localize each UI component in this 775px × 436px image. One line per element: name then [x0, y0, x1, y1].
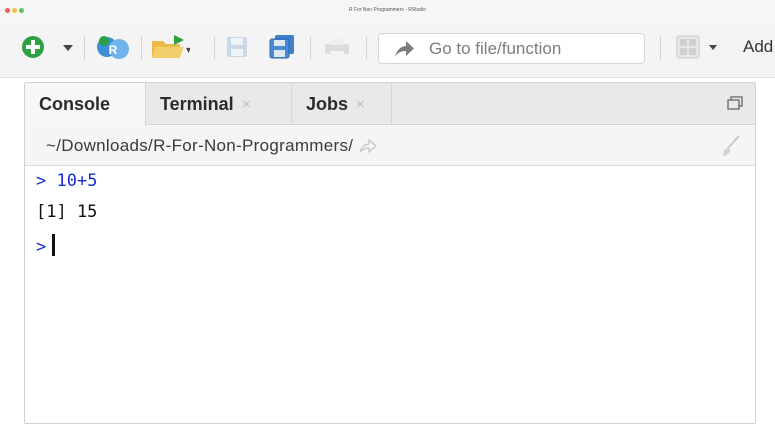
main-toolbar: R ▾ Go to file/function Add [0, 22, 775, 78]
window-title: R For Non Programmers - RStudio [349, 7, 426, 13]
console-output[interactable]: > 10+5 [1] 15 > [25, 167, 755, 423]
text-cursor [52, 234, 56, 256]
console-pane: Console Terminal × Jobs × ~/Downloads/R-… [24, 82, 756, 424]
svg-text:▾: ▾ [186, 45, 190, 56]
new-project-button[interactable]: R [94, 31, 132, 63]
open-folder-icon: ▾ [152, 35, 190, 58]
save-button[interactable] [225, 35, 249, 59]
toolbar-divider [214, 36, 215, 60]
save-all-icon [269, 35, 294, 59]
save-icon [227, 37, 247, 57]
toolbar-divider [84, 36, 85, 60]
close-tab-terminal-icon[interactable]: × [242, 96, 251, 113]
goto-arrow-icon [395, 40, 414, 57]
pane-tab-bar: Console Terminal × Jobs × [25, 83, 755, 126]
print-button[interactable] [322, 36, 352, 60]
toolbar-divider [366, 36, 367, 60]
tab-terminal[interactable]: Terminal × [146, 83, 292, 125]
new-file-icon [22, 36, 44, 58]
save-all-button[interactable] [268, 34, 296, 60]
console-line-input[interactable]: > [36, 234, 56, 257]
maximize-pane-icon[interactable] [727, 96, 743, 110]
addins-menu-button[interactable]: Add [743, 37, 773, 57]
console-line-command: > 10+5 [36, 171, 97, 191]
working-directory-path: ~/Downloads/R-For-Non-Programmers/ [46, 135, 354, 155]
new-file-menu-button[interactable] [58, 39, 78, 57]
workspace-panes-button[interactable] [675, 34, 723, 60]
toolbar-divider [310, 36, 311, 60]
dropdown-arrow-icon [63, 45, 73, 51]
tab-jobs-label: Jobs [306, 93, 349, 114]
print-icon [325, 39, 349, 57]
console-prompt: > [36, 237, 47, 257]
working-directory-bar: ~/Downloads/R-For-Non-Programmers/ [25, 126, 755, 166]
toolbar-divider [660, 36, 661, 60]
console-prompt: > [36, 171, 47, 191]
open-file-button[interactable]: ▾ [150, 32, 190, 62]
svg-text:R: R [109, 43, 118, 57]
grid-layout-icon [676, 35, 717, 59]
goto-directory-icon[interactable] [359, 138, 378, 153]
new-file-button[interactable] [20, 34, 46, 60]
console-line-output: [1] 15 [36, 202, 98, 222]
console-command-text: 10+5 [56, 171, 98, 191]
tab-console-label: Console [39, 94, 111, 114]
tab-console[interactable]: Console [25, 83, 146, 126]
new-project-icon: R [97, 36, 129, 59]
tab-jobs[interactable]: Jobs × [292, 83, 392, 125]
clear-console-icon[interactable] [719, 134, 743, 158]
toolbar-divider [141, 36, 142, 60]
close-tab-jobs-icon[interactable]: × [356, 96, 365, 113]
window-titlebar: R For Non Programmers - RStudio [0, 0, 775, 22]
goto-file-function-input[interactable]: Go to file/function [378, 33, 645, 64]
goto-file-function-placeholder: Go to file/function [429, 38, 562, 58]
tab-terminal-label: Terminal [160, 93, 234, 114]
